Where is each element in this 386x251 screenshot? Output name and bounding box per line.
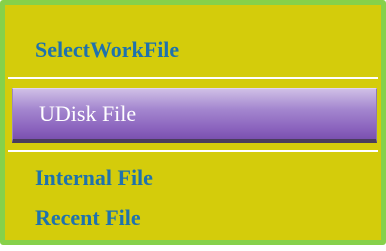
select-work-file-panel: SelectWorkFile UDisk File Internal File …: [0, 0, 386, 245]
menu-item-recent-file[interactable]: Recent File: [35, 205, 141, 231]
menu-item-internal-file[interactable]: Internal File: [35, 165, 153, 191]
panel-title: SelectWorkFile: [35, 37, 180, 62]
title-divider: [8, 77, 378, 79]
menu-item-label: UDisk File: [39, 101, 137, 126]
menu-divider: [8, 150, 378, 152]
menu-item-udisk-file[interactable]: UDisk File: [12, 88, 377, 143]
